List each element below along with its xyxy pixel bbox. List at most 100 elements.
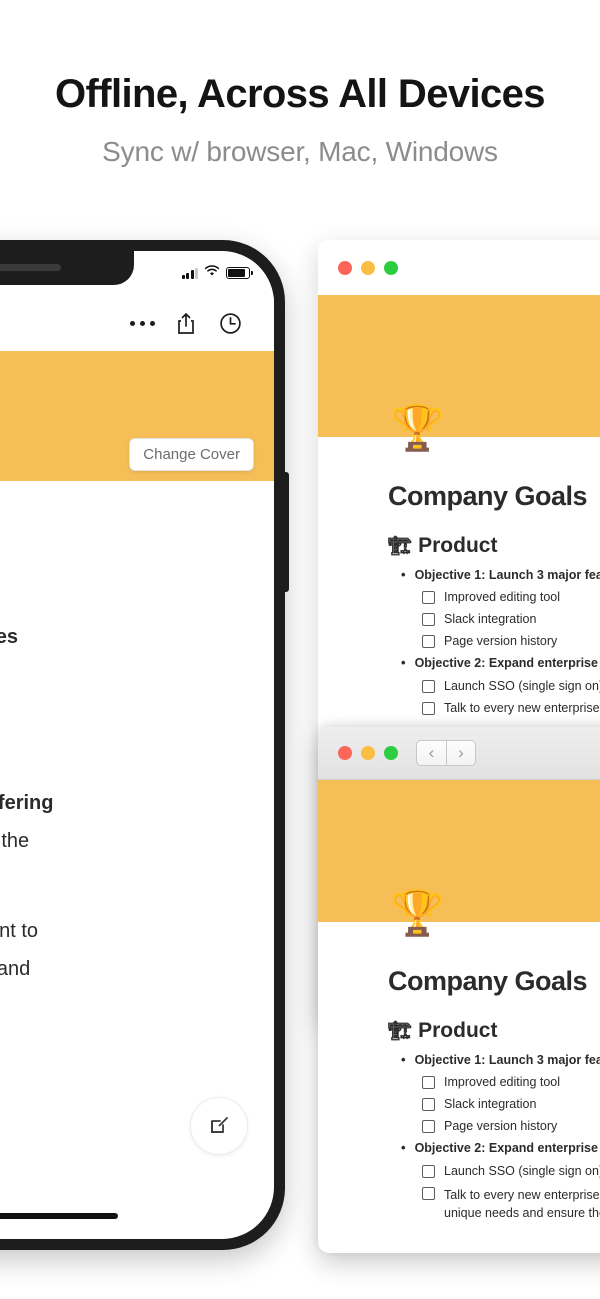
list-item-label: Improved editing tool <box>444 590 561 605</box>
list-item-label: Page version history <box>444 1119 558 1134</box>
checkbox-icon[interactable] <box>422 635 435 649</box>
mac-document: 🏆 Company Goals 🏗 Product • Objective 1:… <box>318 407 600 715</box>
list-item[interactable]: Talk to every new enterprise client to u… <box>422 701 600 715</box>
list-item-label: Page version history <box>444 634 558 649</box>
share-icon[interactable] <box>164 312 208 335</box>
checkbox-icon[interactable] <box>422 1120 435 1134</box>
trophy-icon: 🏆 <box>390 404 445 453</box>
list-item[interactable]: Talk to every new enterprise client to u… <box>422 1186 600 1224</box>
list-item[interactable]: Page version history <box>422 1119 600 1134</box>
crane-icon: 🏗 <box>388 536 413 557</box>
phone-speaker <box>0 264 61 271</box>
change-cover-button[interactable]: Change Cover <box>129 438 254 471</box>
phone-page-heading: y Goals <box>0 541 236 580</box>
battery-icon <box>226 267 253 279</box>
list-item-label: Objective 1: Launch 3 major features <box>414 1053 600 1067</box>
list-item-label: Slack integration <box>444 1097 537 1112</box>
trophy-icon: 🏆 <box>390 889 445 938</box>
mac-window-front[interactable]: ‹ › 🏆 Company Goals 🏗 Product • Objectiv… <box>318 727 600 1253</box>
ellipsis-icon[interactable] <box>120 320 164 326</box>
mac-objective-list: • Objective 1: Launch 3 major features I… <box>388 567 600 715</box>
phone-screen: 🏆 Compa... Change Cover y Goals aunch 3 … <box>0 251 274 1239</box>
phone-mockup: 🏆 Compa... Change Cover y Goals aunch 3 … <box>0 240 289 1250</box>
list-item-label: Objective 1: Launch 3 major features <box>414 568 600 582</box>
phone-cover-image: Change Cover <box>0 351 274 481</box>
list-item-label: Improved editing tool <box>444 1075 561 1090</box>
phone-content-list: aunch 3 major features editing tool grat… <box>0 618 236 1026</box>
back-button[interactable]: ‹ <box>416 740 446 766</box>
checkbox-icon[interactable] <box>422 1186 435 1200</box>
list-item[interactable]: Launch SSO (single sign on) by the end o… <box>422 679 600 693</box>
minimize-icon[interactable] <box>361 260 375 275</box>
list-item[interactable]: Launch SSO (single sign on) by the end o… <box>422 1164 600 1178</box>
list-item-label: Talk to every new enterprise client to u… <box>444 700 600 715</box>
navigation-buttons: ‹ › <box>416 740 476 766</box>
checkbox-icon[interactable] <box>422 1076 435 1090</box>
checkbox-icon[interactable] <box>422 701 435 715</box>
list-item[interactable]: Improved editing tool <box>422 1075 600 1090</box>
list-item-label: Objective 2: Expand enterprise offering <box>414 1141 600 1156</box>
checkbox-icon[interactable] <box>422 613 435 627</box>
list-item-label: Launch SSO (single sign on) by the end o… <box>444 678 600 693</box>
mac-objective-list: • Objective 1: Launch 3 major features I… <box>388 1052 600 1224</box>
phone-notch <box>0 251 134 285</box>
mac-section-label: Product <box>418 1019 498 1042</box>
window-titlebar <box>318 240 600 295</box>
checkbox-icon[interactable] <box>422 679 435 693</box>
list-item[interactable]: ion history <box>0 732 236 770</box>
phone-toolbar: 🏆 Compa... <box>0 295 274 351</box>
mac-section-label: Product <box>418 534 498 557</box>
bullet-icon: • <box>401 1052 406 1067</box>
bullet-icon: • <box>401 1140 406 1156</box>
list-item[interactable]: • Objective 2: Expand enterprise offerin… <box>401 655 600 671</box>
close-icon[interactable] <box>338 746 352 760</box>
hero-section: Offline, Across All Devices Sync w/ brow… <box>0 0 600 168</box>
mac-document-body: Company Goals 🏗 Product • Objective 1: L… <box>318 451 600 715</box>
phone-document: y Goals aunch 3 major features editing t… <box>0 481 274 1026</box>
mac-page-heading: Company Goals <box>388 966 588 996</box>
list-item-label: Objective 2: Expand enterprise offering <box>414 656 600 671</box>
wifi-icon <box>204 264 220 282</box>
list-item[interactable]: ery new enterprise client to <box>0 912 236 950</box>
list-item[interactable]: Slack integration <box>422 612 600 627</box>
forward-button[interactable]: › <box>446 740 476 766</box>
bullet-icon: • <box>401 655 406 671</box>
zoom-icon[interactable] <box>384 746 398 760</box>
list-item-label: Launch SSO (single sign on) by the end o… <box>444 1163 600 1178</box>
checkbox-icon[interactable] <box>422 591 435 605</box>
list-item[interactable]: e year <box>0 860 236 898</box>
checkbox-icon[interactable] <box>422 1098 435 1112</box>
list-item[interactable]: editing tool <box>0 656 236 694</box>
list-item-label: Talk to every new enterprise client to u… <box>444 1187 600 1221</box>
phone-power-button[interactable] <box>284 472 289 592</box>
list-item[interactable]: • Objective 1: Launch 3 major features <box>401 567 600 582</box>
list-item[interactable]: gration <box>0 694 236 732</box>
mac-document-body: Company Goals 🏗 Product • Objective 1: L… <box>318 936 600 1223</box>
traffic-lights <box>338 746 398 760</box>
mac-document: 🏆 Company Goals 🏗 Product • Objective 1:… <box>318 892 600 1223</box>
minimize-icon[interactable] <box>361 746 375 760</box>
traffic-lights <box>338 260 398 275</box>
bullet-icon: • <box>401 567 406 582</box>
mac-section-heading: 🏗 Product <box>388 1019 600 1043</box>
mac-section-heading: 🏗 Product <box>388 534 600 558</box>
zoom-icon[interactable] <box>384 260 398 275</box>
checkbox-icon[interactable] <box>422 1164 435 1178</box>
list-item[interactable]: Slack integration <box>422 1097 600 1112</box>
page-title: Offline, Across All Devices <box>55 72 546 116</box>
list-item[interactable]: • Objective 2: Expand enterprise offerin… <box>401 1140 600 1156</box>
list-item[interactable]: Page version history <box>422 634 600 649</box>
list-item[interactable]: SO (single sign on) by the <box>0 822 236 860</box>
clock-icon[interactable] <box>208 312 252 335</box>
window-titlebar: ‹ › <box>318 727 600 780</box>
close-icon[interactable] <box>338 260 352 275</box>
list-item[interactable]: aunch 3 major features <box>0 618 236 656</box>
list-item[interactable]: Expand enterprise offering <box>0 784 236 822</box>
list-item[interactable]: Improved editing tool <box>422 590 600 605</box>
list-item-label: Slack integration <box>444 612 537 627</box>
list-item[interactable]: nd their unique needs and <box>0 950 236 988</box>
list-item[interactable]: • Objective 1: Launch 3 major features <box>401 1052 600 1067</box>
phone-home-indicator <box>0 1213 118 1219</box>
compose-icon[interactable] <box>190 1097 248 1155</box>
list-item[interactable]: e they are heard <box>0 988 236 1026</box>
